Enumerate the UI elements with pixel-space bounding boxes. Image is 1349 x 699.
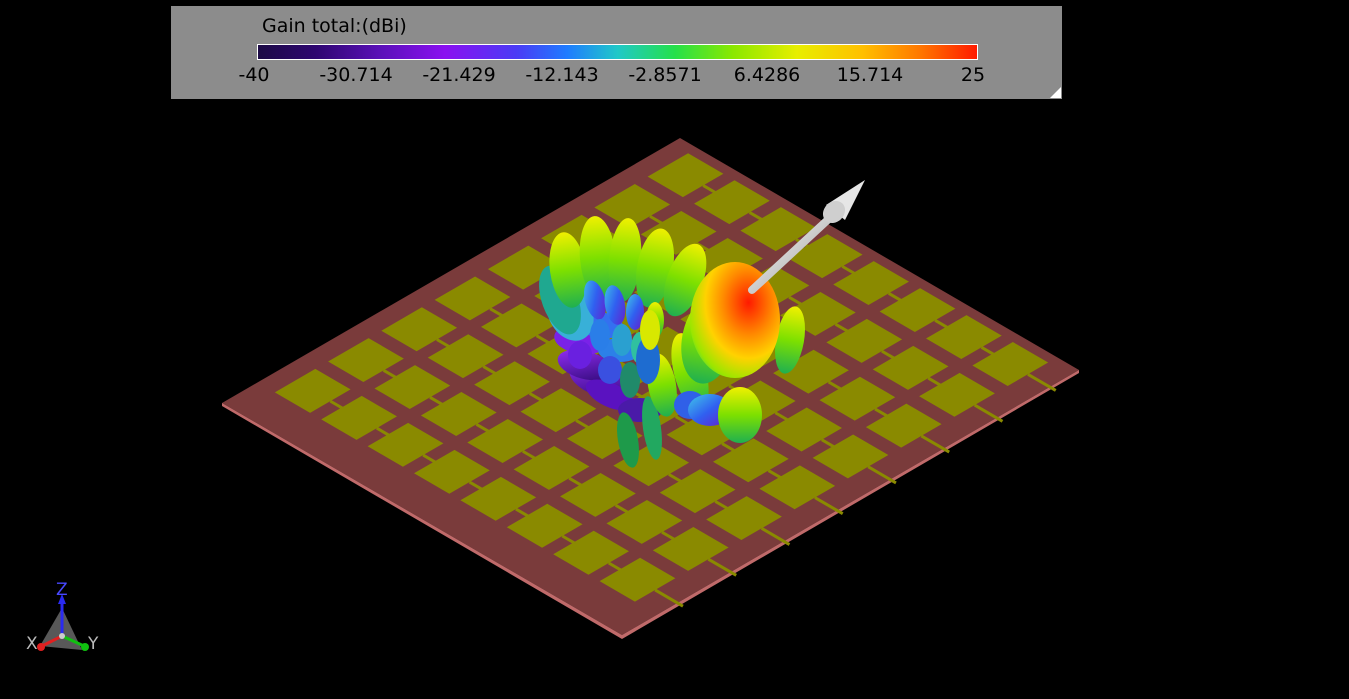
resize-corner-icon[interactable] xyxy=(1050,87,1061,98)
legend-tick: -30.714 xyxy=(319,64,393,86)
axis-label-z: Z xyxy=(56,580,68,600)
legend-title: Gain total:(dBi) xyxy=(262,15,407,37)
axis-label-y: Y xyxy=(88,634,99,654)
axis-label-x: X xyxy=(26,634,38,654)
legend-tick: -21.429 xyxy=(422,64,496,86)
radiation-pattern-viewport[interactable] xyxy=(0,0,1349,699)
legend-tick: -12.143 xyxy=(525,64,599,86)
legend-tick: -40 xyxy=(238,64,270,86)
xyz-axis-icon[interactable]: Z X Y xyxy=(20,578,110,668)
color-legend-panel[interactable]: Gain total:(dBi) -40 -30.714 -21.429 -12… xyxy=(171,6,1062,99)
legend-tick: 6.4286 xyxy=(733,64,801,86)
legend-tick: -2.8571 xyxy=(628,64,702,86)
legend-tick: 25 xyxy=(960,64,986,86)
legend-tick: 15.714 xyxy=(836,64,904,86)
colorbar xyxy=(257,44,978,60)
